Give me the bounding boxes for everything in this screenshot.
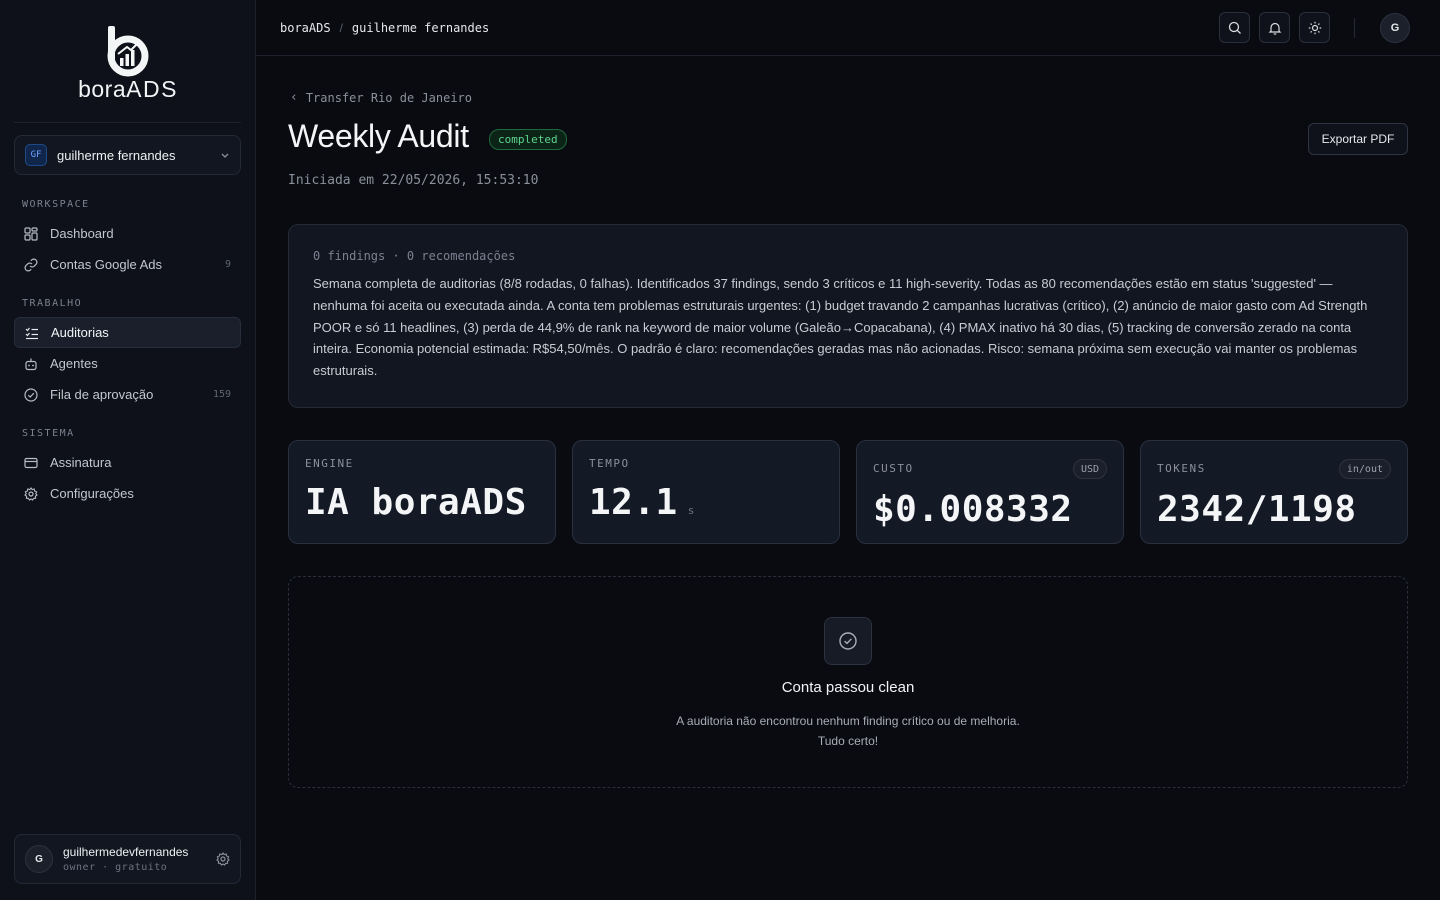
- empty-state-title: Conta passou clean: [781, 679, 915, 696]
- metric-label: TEMPO: [589, 457, 630, 470]
- notifications-button[interactable]: [1259, 12, 1290, 43]
- topbar-divider: [1354, 17, 1355, 38]
- sidebar-item-auditorias[interactable]: Auditorias: [14, 317, 241, 348]
- sidebar-item-label: Auditorias: [51, 325, 109, 340]
- account-selector[interactable]: GF guilherme fernandes: [14, 135, 241, 175]
- sidebar-divider: [14, 122, 241, 123]
- sidebar-item-approval-queue[interactable]: Fila de aprovação 159: [14, 379, 241, 410]
- empty-state-card: Conta passou clean A auditoria não encon…: [288, 576, 1408, 788]
- gear-icon: [23, 486, 38, 501]
- list-check-icon: [24, 325, 39, 340]
- bot-icon: [23, 356, 38, 371]
- search-button[interactable]: [1219, 12, 1250, 43]
- metric-card-custo: CUSTO USD $0.008332: [856, 440, 1124, 544]
- sidebar-item-count: 9: [224, 259, 231, 270]
- metric-label: ENGINE: [305, 457, 354, 470]
- user-settings-gear-icon[interactable]: [216, 852, 230, 866]
- link-icon: [23, 257, 38, 272]
- breadcrumb: boraADS / guilherme fernandes: [280, 21, 489, 35]
- sidebar-item-configuracoes[interactable]: Configurações: [14, 478, 241, 509]
- empty-state-line: Tudo certo!: [817, 734, 879, 748]
- account-initials-badge: GF: [25, 144, 47, 166]
- sidebar-item-assinatura[interactable]: Assinatura: [14, 447, 241, 478]
- sidebar-item-label: Configurações: [50, 486, 134, 501]
- sun-icon: [1308, 21, 1321, 34]
- back-link[interactable]: ‹ Transfer Rio de Janeiro: [290, 90, 472, 105]
- metric-card-tokens: TOKENS in/out 2342/1198: [1140, 440, 1408, 544]
- section-label-workspace: WORKSPACE: [22, 199, 90, 210]
- search-icon: [1228, 21, 1241, 34]
- brand-logo[interactable]: boraADS: [0, 26, 256, 106]
- summary-meta: 0 findings · 0 recomendações: [313, 249, 516, 263]
- check-circle-icon: [824, 617, 872, 665]
- metric-card-tempo: TEMPO 12.1 s: [572, 440, 840, 544]
- section-label-sistema: SISTEMA: [22, 428, 75, 439]
- started-timestamp: Iniciada em 22/05/2026, 15:53:10: [288, 173, 539, 188]
- account-name: guilherme fernandes: [57, 147, 176, 163]
- metric-label: CUSTO: [873, 462, 914, 475]
- empty-state-line: A auditoria não encontrou nenhum finding…: [676, 714, 1020, 728]
- metric-value: IA boraADS: [305, 482, 527, 523]
- tokens-pill: in/out: [1338, 459, 1391, 479]
- export-pdf-button[interactable]: Exportar PDF: [1308, 123, 1408, 155]
- metric-value: 2342/1198: [1157, 489, 1357, 530]
- user-name: guilhermedevfernandes: [63, 845, 189, 859]
- sidebar-item-google-ads-accounts[interactable]: Contas Google Ads 9: [14, 249, 241, 280]
- user-card[interactable]: G guilhermedevfernandes owner · gratuito: [14, 834, 241, 884]
- empty-state-description: A auditoria não encontrou nenhum finding…: [289, 711, 1407, 751]
- topbar-actions: G: [1210, 12, 1410, 43]
- sidebar-item-label: Contas Google Ads: [50, 257, 163, 272]
- theme-toggle-button[interactable]: [1299, 12, 1330, 43]
- sidebar-item-label: Assinatura: [50, 455, 112, 470]
- breadcrumb-item-account[interactable]: guilherme fernandes: [352, 21, 489, 35]
- sidebar-item-label: Fila de aprovação: [50, 387, 154, 402]
- check-circle-icon: [23, 387, 38, 402]
- chevron-down-icon: [221, 153, 229, 158]
- summary-card: 0 findings · 0 recomendações Semana comp…: [288, 224, 1408, 408]
- bell-icon: [1268, 22, 1281, 35]
- status-badge: completed: [489, 129, 567, 150]
- sidebar-item-count: 159: [212, 389, 231, 400]
- metric-value: $0.008332: [873, 489, 1073, 530]
- page-title: Weekly Audit: [288, 118, 469, 154]
- credit-card-icon: [23, 455, 38, 470]
- logo-wordmark: boraADS: [78, 76, 178, 102]
- metric-value-row: 12.1 s: [589, 482, 823, 523]
- avatar: G: [25, 845, 53, 873]
- sidebar-item-label: Dashboard: [50, 226, 114, 241]
- metric-value: 12.1: [589, 482, 678, 523]
- user-role: owner · gratuito: [63, 862, 168, 873]
- user-info: guilhermedevfernandes owner · gratuito: [63, 845, 216, 873]
- back-link-label: Transfer Rio de Janeiro: [305, 90, 472, 105]
- grid-icon: [23, 226, 38, 241]
- metric-unit: s: [687, 504, 695, 517]
- breadcrumb-separator: /: [339, 20, 343, 35]
- sidebar-item-dashboard[interactable]: Dashboard: [14, 218, 241, 249]
- currency-pill: USD: [1072, 459, 1107, 479]
- user-avatar-button[interactable]: G: [1380, 12, 1410, 43]
- sidebar-item-label: Agentes: [50, 356, 98, 371]
- logo-mark-icon: [107, 26, 149, 77]
- chevron-left-icon: ‹: [290, 90, 298, 105]
- summary-text: Semana completa de auditorias (8/8 rodad…: [313, 276, 1368, 379]
- sidebar-item-agentes[interactable]: Agentes: [14, 348, 241, 379]
- topbar: boraADS / guilherme fernandes G: [256, 0, 1440, 56]
- section-label-trabalho: TRABALHO: [22, 298, 83, 309]
- breadcrumb-item-app[interactable]: boraADS: [280, 21, 331, 35]
- sidebar: boraADS GF guilherme fernandes WORKSPACE…: [0, 0, 256, 900]
- metric-card-engine: ENGINE IA boraADS: [288, 440, 556, 544]
